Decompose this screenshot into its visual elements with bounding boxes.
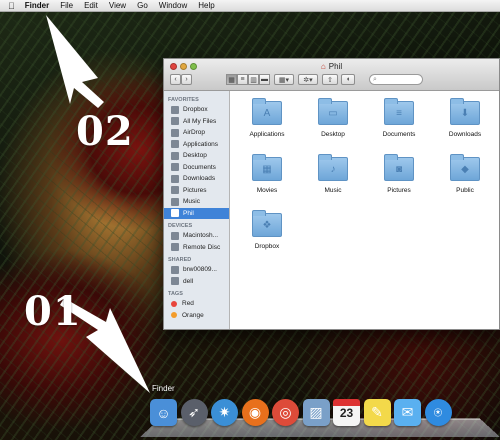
calendar-day: 23: [339, 406, 354, 420]
annotation-label-02: 02: [76, 108, 134, 155]
dock-hover-label: Finder: [152, 384, 175, 393]
annotation-arrows: [46, 15, 150, 393]
annotation-label-01: 01: [24, 288, 82, 335]
dock-finder-icon[interactable]: ☺: [150, 399, 177, 426]
dock-stickies-icon[interactable]: ✎: [363, 399, 391, 426]
dock: ☺ ➶ ✷ ◉ ◎ ▨ 23 ✎ ✉ ⍟: [150, 399, 455, 426]
dock-messages-icon[interactable]: ✉: [394, 399, 421, 426]
dock-launchpad-icon[interactable]: ➶: [180, 399, 208, 426]
arrow-to-apple-menu: [46, 15, 104, 108]
dock-chrome-icon[interactable]: ◎: [272, 399, 299, 426]
calendar-header: [333, 399, 360, 406]
dock-safari-icon[interactable]: ✷: [211, 399, 238, 426]
dock-app-store-icon[interactable]: ⍟: [424, 399, 452, 426]
dock-calendar-icon[interactable]: 23: [333, 399, 360, 426]
dock-firefox-icon[interactable]: ◉: [241, 399, 269, 426]
dock-preview-icon[interactable]: ▨: [302, 399, 330, 426]
